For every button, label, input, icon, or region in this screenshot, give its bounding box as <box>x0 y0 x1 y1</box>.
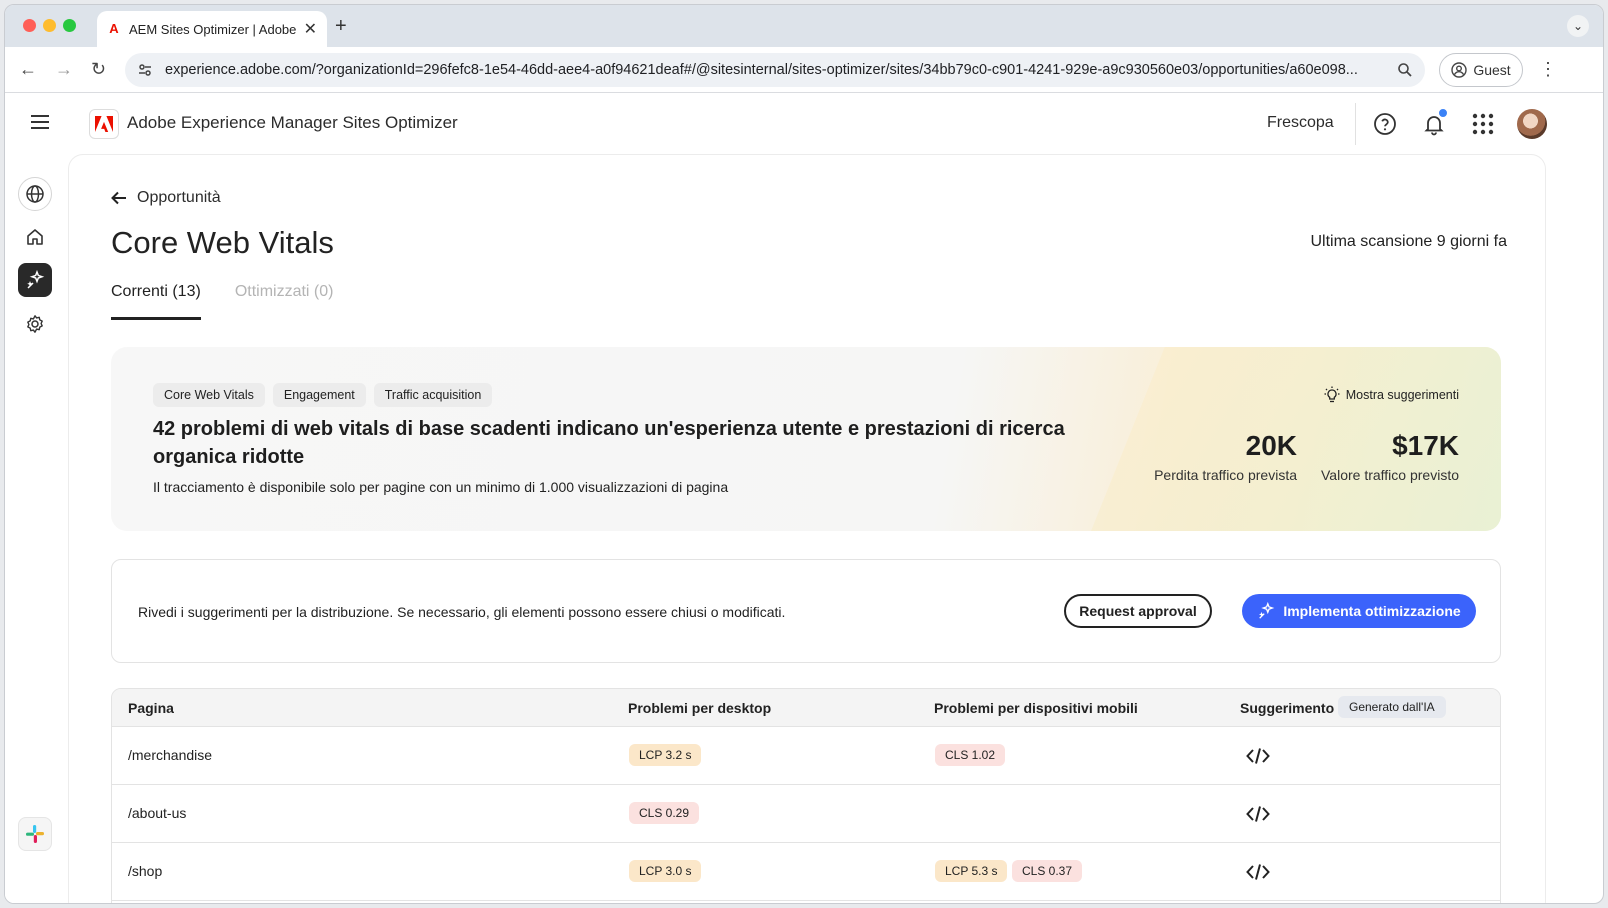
column-header-suggestion[interactable]: Suggerimento <box>1240 700 1334 716</box>
last-scan-text: Ultima scansione 9 giorni fa <box>1310 233 1507 250</box>
column-header-desktop[interactable]: Problemi per desktop <box>628 700 771 716</box>
settings-gear-icon[interactable] <box>18 307 52 341</box>
ai-generated-badge: Generato dall'IA <box>1338 696 1446 718</box>
reload-icon[interactable]: ↻ <box>91 59 106 80</box>
mobile-issue-pill: CLS 0.37 <box>1012 860 1083 882</box>
status-tabs: Correnti (13) Ottimizzati (0) <box>111 283 333 320</box>
header-divider <box>1355 103 1356 145</box>
browser-tab-bar: A AEM Sites Optimizer | Adobe ✕ + ⌄ <box>5 5 1603 47</box>
browser-menu-icon[interactable]: ⋮ <box>1539 59 1557 80</box>
profile-button[interactable]: Guest <box>1439 53 1523 87</box>
lightbulb-icon <box>1324 386 1340 403</box>
column-header-mobile[interactable]: Problemi per dispositivi mobili <box>934 700 1138 716</box>
chip-traffic-acquisition: Traffic acquisition <box>373 383 493 407</box>
review-instructions: Rivedi i suggerimenti per la distribuzio… <box>138 604 786 620</box>
metric-traffic-value: $17K Valore traffico previsto <box>1321 429 1459 483</box>
code-suggestion-icon[interactable] <box>1246 805 1270 823</box>
new-tab-icon[interactable]: + <box>335 15 347 38</box>
browser-window: A AEM Sites Optimizer | Adobe ✕ + ⌄ ← → … <box>4 4 1604 904</box>
tab-optimized[interactable]: Ottimizzati (0) <box>235 283 334 320</box>
opportunity-headline: 42 problemi di web vitals di base scaden… <box>153 418 1065 468</box>
address-bar[interactable]: experience.adobe.com/?organizationId=296… <box>125 53 1425 87</box>
tab-search-icon[interactable]: ⌄ <box>1567 15 1589 37</box>
help-icon[interactable] <box>1372 111 1398 137</box>
page-path[interactable]: /shop <box>128 863 162 879</box>
back-arrow-icon[interactable]: ← <box>19 59 37 80</box>
slack-icon[interactable] <box>18 817 52 851</box>
page-title: Core Web Vitals <box>111 225 334 260</box>
table-header: Pagina Problemi per desktop Problemi per… <box>112 689 1500 727</box>
profile-label: Guest <box>1473 62 1511 78</box>
deploy-optimization-label: Implementa ottimizzazione <box>1283 603 1461 619</box>
desktop-issue-pill: LCP 3.0 s <box>629 860 702 882</box>
adobe-favicon-icon: A <box>109 21 119 36</box>
chip-engagement: Engagement <box>272 383 366 407</box>
table-row[interactable]: /merchandise LCP 3.2 s CLS 1.02 <box>112 727 1500 785</box>
code-suggestion-icon[interactable] <box>1246 747 1270 765</box>
chip-core-web-vitals: Core Web Vitals <box>153 383 265 407</box>
notification-badge <box>1437 107 1449 119</box>
mobile-issue-pill: LCP 5.3 s <box>935 860 1008 882</box>
desktop-issue-pill: LCP 3.2 s <box>629 744 702 766</box>
zoom-icon[interactable] <box>1397 62 1413 78</box>
adobe-logo[interactable] <box>89 109 119 139</box>
metric-label: Valore traffico previsto <box>1321 467 1459 483</box>
table-row[interactable]: /shop LCP 3.0 s LCP 5.3 s CLS 0.37 <box>112 843 1500 901</box>
tab-close-icon[interactable]: ✕ <box>304 19 317 39</box>
metric-value: 20K <box>1245 430 1297 461</box>
page-path[interactable]: /about-us <box>128 805 186 821</box>
request-approval-button[interactable]: Request approval <box>1064 594 1212 628</box>
close-window-button[interactable] <box>23 19 36 32</box>
main-content: Opportunità Core Web Vitals Ultima scans… <box>69 155 1545 903</box>
metric-label: Perdita traffico prevista <box>1154 467 1297 483</box>
show-suggestions-button[interactable]: Mostra suggerimenti <box>1324 386 1459 404</box>
org-switcher[interactable]: Frescopa <box>1267 114 1334 132</box>
back-to-opportunities-link[interactable]: Opportunità <box>111 189 221 207</box>
back-label: Opportunità <box>137 189 221 206</box>
profile-icon <box>1451 62 1468 78</box>
deployment-actions-box: Rivedi i suggerimenti per la distribuzio… <box>111 559 1501 663</box>
desktop-issue-pill: CLS 0.29 <box>629 802 700 824</box>
sites-globe-icon[interactable] <box>18 177 52 211</box>
mobile-issue-pill: CLS 1.02 <box>935 744 1006 766</box>
deploy-optimization-button[interactable]: Implementa ottimizzazione <box>1242 594 1476 628</box>
show-suggestions-label: Mostra suggerimenti <box>1345 388 1459 402</box>
opportunities-sparkle-icon[interactable] <box>18 263 52 297</box>
browser-toolbar: ← → ↻ experience.adobe.com/?organization… <box>5 47 1603 93</box>
left-nav-rail <box>5 155 67 903</box>
apps-grid-icon[interactable] <box>1470 111 1496 137</box>
metric-value: $17K <box>1392 430 1459 461</box>
tab-current[interactable]: Correnti (13) <box>111 283 201 320</box>
page-path[interactable]: /merchandise <box>128 747 212 763</box>
metric-traffic-loss: 20K Perdita traffico prevista <box>1154 429 1297 483</box>
tab-title: AEM Sites Optimizer | Adobe <box>129 21 296 37</box>
minimize-window-button[interactable] <box>43 19 56 32</box>
user-avatar[interactable] <box>1517 109 1547 139</box>
app-header: Adobe Experience Manager Sites Optimizer… <box>5 93 1603 155</box>
back-arrow-icon <box>111 191 126 205</box>
menu-icon[interactable] <box>31 115 49 129</box>
app-title: Adobe Experience Manager Sites Optimizer <box>127 113 458 132</box>
opportunity-description: Il tracciamento è disponibile solo per p… <box>153 479 729 495</box>
forward-arrow-icon[interactable]: → <box>55 59 73 80</box>
issues-table: Pagina Problemi per desktop Problemi per… <box>111 688 1501 903</box>
table-row[interactable]: /about-us CLS 0.29 <box>112 785 1500 843</box>
site-settings-icon[interactable] <box>137 62 153 78</box>
opportunity-summary-card: Core Web Vitals Engagement Traffic acqui… <box>111 347 1501 531</box>
sparkle-icon <box>1259 602 1275 619</box>
browser-tab[interactable]: A AEM Sites Optimizer | Adobe ✕ <box>97 11 327 47</box>
maximize-window-button[interactable] <box>63 19 76 32</box>
category-chips: Core Web Vitals Engagement Traffic acqui… <box>153 383 493 407</box>
column-header-page[interactable]: Pagina <box>128 700 174 716</box>
url-text: experience.adobe.com/?organizationId=296… <box>165 62 1358 78</box>
code-suggestion-icon[interactable] <box>1246 863 1270 881</box>
home-icon[interactable] <box>18 220 52 254</box>
